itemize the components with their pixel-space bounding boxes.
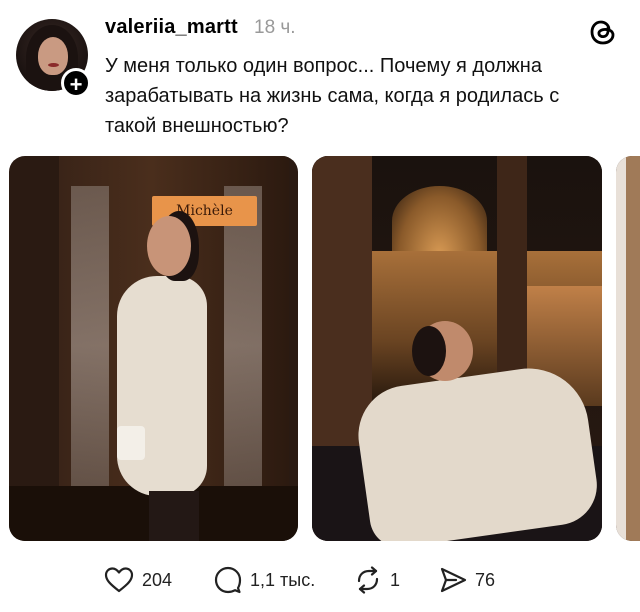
post-actions: 204 1,1 тыс. 1 76 — [0, 560, 640, 600]
photo-window — [224, 186, 262, 506]
username[interactable]: valeriia_martt — [105, 16, 238, 39]
post-text: У меня только один вопрос... Почему я до… — [105, 55, 560, 137]
photo-figure-head — [147, 216, 191, 276]
post-photo-2[interactable] — [312, 156, 602, 541]
photo-cathedral-dome — [392, 186, 487, 256]
share-button[interactable]: 76 — [439, 564, 495, 596]
reply-button[interactable]: 1,1 тыс. — [214, 564, 315, 596]
photo-figure-dress — [351, 360, 602, 541]
photo-figure-dress — [117, 276, 207, 496]
photo-figure-hair — [412, 326, 446, 376]
photo-window — [71, 186, 109, 506]
share-count: 76 — [475, 569, 496, 590]
avatar-face — [38, 37, 68, 75]
avatar-lips — [48, 63, 59, 67]
comment-bubble-icon — [214, 566, 242, 594]
photo-door-frame — [626, 156, 640, 541]
heart-icon — [104, 567, 134, 593]
repost-icon — [357, 566, 379, 594]
photo-figure-legs — [149, 491, 199, 541]
photo-window-frame — [312, 156, 372, 456]
repost-count: 1 — [390, 569, 401, 590]
like-count: 204 — [142, 569, 173, 590]
threads-logo-icon[interactable] — [589, 17, 617, 47]
photo-handbag — [117, 426, 145, 460]
reply-count: 1,1 тыс. — [250, 569, 316, 590]
follow-plus-icon[interactable]: + — [61, 68, 91, 98]
post-timestamp: 18 ч. — [254, 17, 296, 38]
post-photo-1[interactable]: Michèle — [9, 156, 298, 541]
repost-button[interactable]: 1 — [354, 564, 400, 596]
post-photo-3[interactable] — [616, 156, 640, 541]
send-icon — [440, 567, 467, 593]
like-button[interactable]: 204 — [104, 564, 172, 596]
